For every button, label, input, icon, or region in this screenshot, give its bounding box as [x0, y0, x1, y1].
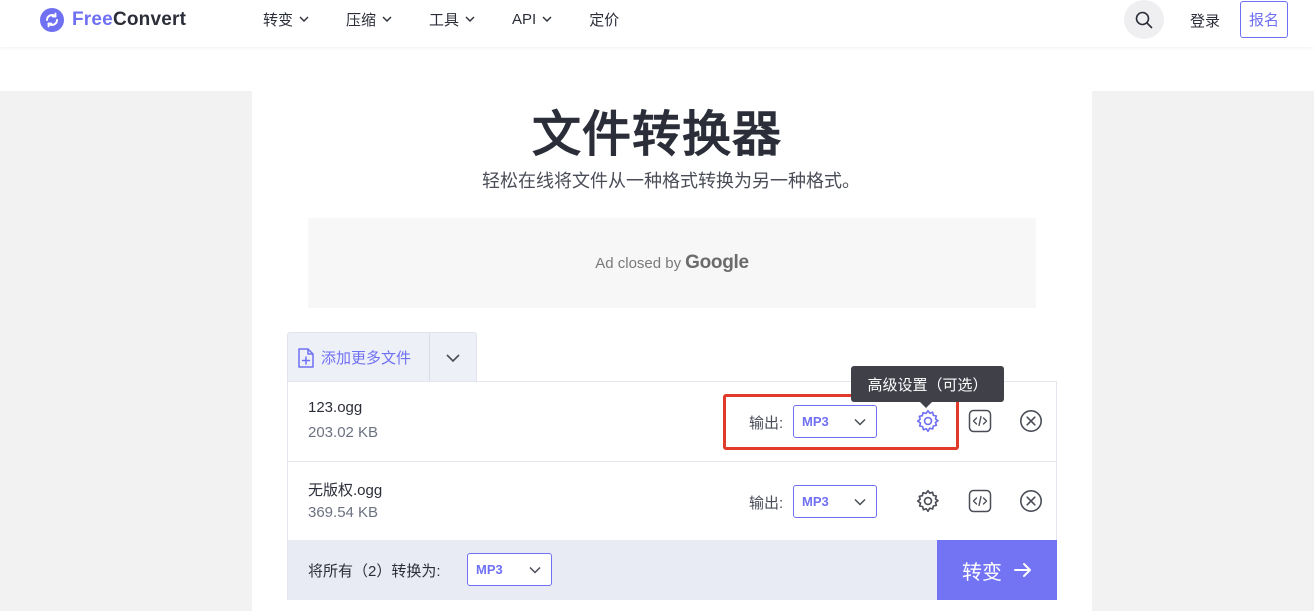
chevron-down-icon — [854, 498, 866, 506]
gear-icon — [916, 489, 939, 513]
convert-all-format-select[interactable]: MP3 — [467, 553, 552, 586]
header-band — [0, 47, 1314, 91]
nav-label: 压缩 — [346, 11, 377, 29]
output-format-select[interactable]: MP3 — [793, 405, 877, 438]
login-link[interactable]: 登录 — [1190, 10, 1220, 31]
chevron-down-icon — [465, 16, 475, 22]
close-circle-icon — [1020, 490, 1042, 512]
chevron-down-icon — [382, 16, 392, 22]
add-files-control: 添加更多文件 — [287, 332, 477, 382]
nav-item-tools[interactable]: 工具 — [429, 9, 475, 29]
nav-item-compress[interactable]: 压缩 — [346, 9, 392, 29]
format-value: MP3 — [802, 414, 829, 429]
convert-button[interactable]: 转变 — [937, 540, 1057, 600]
search-icon — [1135, 11, 1153, 28]
convert-all-bar: 将所有（2）转换为: MP3 转变 — [288, 540, 1057, 600]
code-icon — [968, 409, 992, 433]
add-file-icon — [298, 347, 314, 368]
nav-label: 定价 — [589, 11, 620, 29]
embed-code-button[interactable] — [966, 407, 994, 435]
ad-placeholder: Ad closed by Google — [308, 218, 1036, 308]
add-more-files-button[interactable]: 添加更多文件 — [288, 333, 429, 382]
chevron-down-icon — [542, 16, 552, 22]
logo[interactable]: FreeConvert — [40, 8, 186, 32]
chevron-down-icon — [854, 418, 866, 426]
nav-item-api[interactable]: API — [512, 9, 552, 29]
file-size: 369.54 KB — [308, 504, 379, 521]
add-files-dropdown[interactable] — [430, 333, 476, 382]
embed-code-button[interactable] — [966, 487, 994, 515]
output-label: 输出: — [749, 495, 784, 512]
chevron-down-icon — [529, 566, 541, 574]
google-logo: Google — [685, 252, 749, 273]
main-nav: 转变 压缩 工具 API 定价 — [263, 9, 656, 29]
output-label: 输出: — [749, 415, 784, 432]
remove-file-button[interactable] — [1017, 407, 1045, 435]
advanced-settings-tooltip: 高级设置（可选） — [851, 366, 1004, 408]
code-icon — [968, 489, 992, 513]
format-value: MP3 — [802, 494, 829, 509]
arrow-right-icon — [1014, 563, 1031, 577]
logo-sync-icon — [40, 8, 64, 32]
advanced-settings-button[interactable] — [914, 407, 942, 435]
search-button[interactable] — [1124, 0, 1164, 39]
nav-item-convert[interactable]: 转变 — [263, 9, 309, 29]
file-list: 123.ogg 203.02 KB 输出: MP3 无版权.ogg 369.54… — [287, 381, 1057, 600]
chevron-down-icon — [446, 353, 460, 362]
nav-label: 工具 — [429, 11, 460, 29]
file-size: 203.02 KB — [308, 424, 379, 441]
nav-label: 转变 — [263, 11, 294, 29]
nav-item-pricing[interactable]: 定价 — [589, 9, 619, 29]
output-format-select[interactable]: MP3 — [793, 485, 877, 518]
signup-button[interactable]: 报名 — [1240, 1, 1288, 38]
chevron-down-icon — [299, 16, 309, 22]
format-value: MP3 — [476, 562, 503, 577]
convert-all-label: 将所有（2）转换为: — [308, 563, 441, 580]
ad-text: Ad closed by — [595, 254, 682, 272]
logo-text: FreeConvert — [72, 9, 187, 30]
add-files-label: 添加更多文件 — [321, 350, 412, 367]
file-name: 123.ogg — [308, 399, 363, 416]
convert-button-label: 转变 — [962, 561, 1002, 584]
top-header: FreeConvert 转变 压缩 工具 API 定价 登录 报名 — [0, 0, 1314, 47]
nav-label: API — [512, 10, 537, 28]
page-subtitle: 轻松在线将文件从一种格式转换为另一种格式。 — [482, 171, 860, 191]
file-row: 无版权.ogg 369.54 KB 输出: MP3 — [288, 461, 1056, 540]
remove-file-button[interactable] — [1017, 487, 1045, 515]
gear-icon — [916, 409, 939, 433]
file-name: 无版权.ogg — [308, 482, 383, 499]
page-title: 文件转换器 — [531, 108, 782, 162]
advanced-settings-button[interactable] — [914, 487, 942, 515]
close-circle-icon — [1020, 410, 1042, 432]
